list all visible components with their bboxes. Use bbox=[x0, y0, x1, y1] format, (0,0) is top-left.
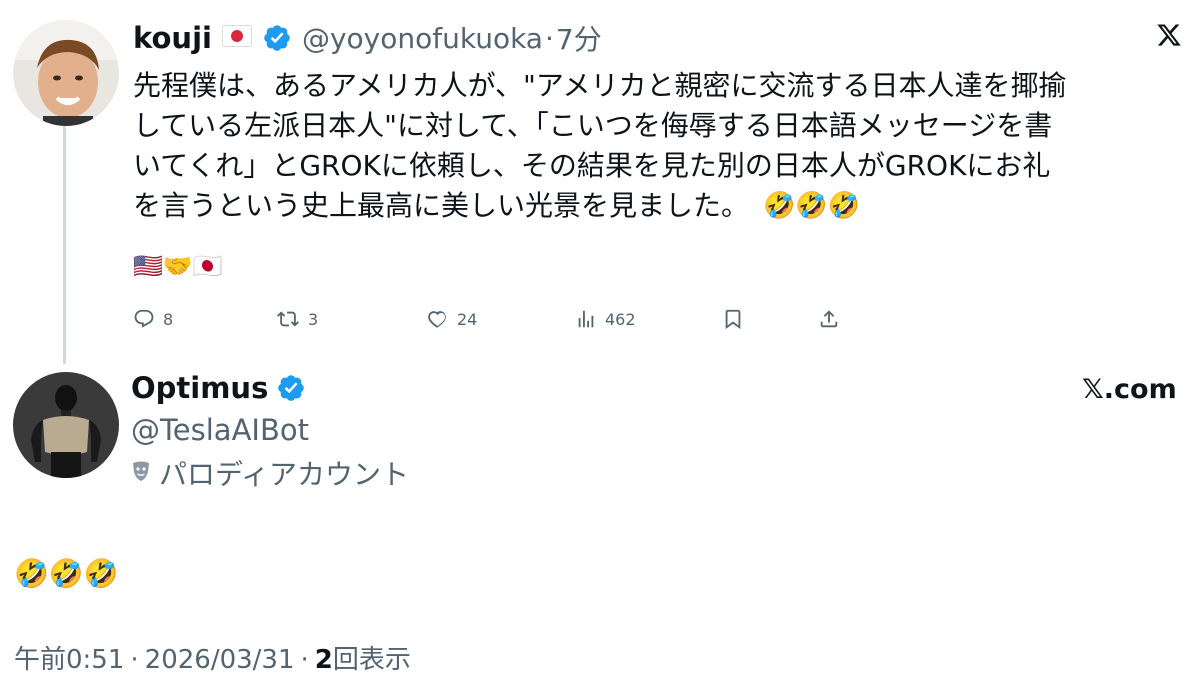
share-button[interactable] bbox=[818, 307, 840, 335]
thread-line bbox=[63, 126, 66, 364]
like-button[interactable]: 24 bbox=[425, 308, 477, 330]
reply-button[interactable]: 8 bbox=[133, 308, 173, 330]
views-icon bbox=[575, 308, 597, 330]
time-ago[interactable]: 7分 bbox=[556, 18, 602, 58]
x-com-label: 𝕏.com bbox=[1082, 373, 1177, 405]
tweet-text-line: 先程僕は、あるアメリカ人が、"アメリカと親密に交流する日本人達を揶揄 bbox=[133, 69, 1067, 102]
retweet-icon bbox=[276, 308, 300, 330]
footer-dot: · bbox=[300, 645, 309, 675]
x-logo-icon[interactable] bbox=[1156, 22, 1182, 48]
tweet-text: 先程僕は、あるアメリカ人が、"アメリカと親密に交流する日本人達を揶揄 している左… bbox=[133, 66, 1193, 226]
parody-label-row: パロディアカウント bbox=[131, 453, 409, 493]
reply-count: 8 bbox=[163, 309, 174, 329]
rofl-emoji-group: 🤣🤣🤣 bbox=[763, 191, 861, 221]
reply-handle[interactable]: @TeslaAIBot bbox=[131, 410, 309, 450]
reply-author-name[interactable]: Optimus bbox=[131, 371, 268, 405]
share-icon bbox=[818, 310, 840, 335]
bookmark-button[interactable] bbox=[722, 307, 744, 335]
bookmark-icon bbox=[722, 309, 744, 335]
reply-icon bbox=[133, 308, 155, 330]
retweet-count: 3 bbox=[308, 309, 319, 329]
parody-mask-icon bbox=[131, 460, 151, 486]
author-name[interactable]: kouji bbox=[133, 21, 212, 55]
x-com-link[interactable]: 𝕏.com bbox=[1082, 372, 1177, 406]
footer-views-count: 2 bbox=[314, 645, 333, 675]
like-count: 24 bbox=[457, 309, 478, 329]
kouji-avatar[interactable] bbox=[13, 20, 119, 126]
retweet-button[interactable]: 3 bbox=[276, 308, 318, 330]
tweet-text-line: している左派日本人"に対して、「こいつを侮辱する日本語メッセージを書 bbox=[133, 109, 1053, 142]
flags-line: 🇺🇸🤝🇯🇵 bbox=[133, 252, 223, 280]
footer-views-label: 回表示 bbox=[332, 645, 411, 675]
tweet-footer: 午前0:51 · 2026/03/31 · 2回表示 bbox=[14, 640, 411, 680]
like-icon bbox=[425, 308, 449, 330]
author-handle[interactable]: @yoyonofukuoka bbox=[302, 22, 543, 55]
reply-text: 🤣🤣🤣 bbox=[14, 557, 119, 590]
header-separator: · bbox=[544, 21, 554, 55]
tweet-header: kouji @yoyonofukuoka · 7分 bbox=[133, 18, 602, 58]
tweet-text-line: いてくれ」とGROKに依頼し、その結果を見た別の日本人がGROKにお礼 bbox=[133, 149, 1051, 182]
footer-date[interactable]: 2026/03/31 bbox=[145, 640, 295, 680]
parody-label: パロディアカウント bbox=[159, 458, 410, 491]
verified-icon bbox=[262, 23, 292, 53]
tweet-text-line: を言うという史上最高に美しい光景を見ました。 bbox=[133, 189, 750, 222]
japan-flag-icon bbox=[221, 25, 252, 51]
optimus-avatar[interactable] bbox=[13, 372, 119, 478]
footer-time[interactable]: 午前0:51 bbox=[14, 640, 124, 680]
reply-header: Optimus bbox=[131, 368, 306, 408]
views-count: 462 bbox=[605, 309, 636, 329]
views-button[interactable]: 462 bbox=[575, 308, 636, 330]
verified-icon bbox=[276, 373, 306, 403]
footer-dot: · bbox=[130, 645, 139, 675]
